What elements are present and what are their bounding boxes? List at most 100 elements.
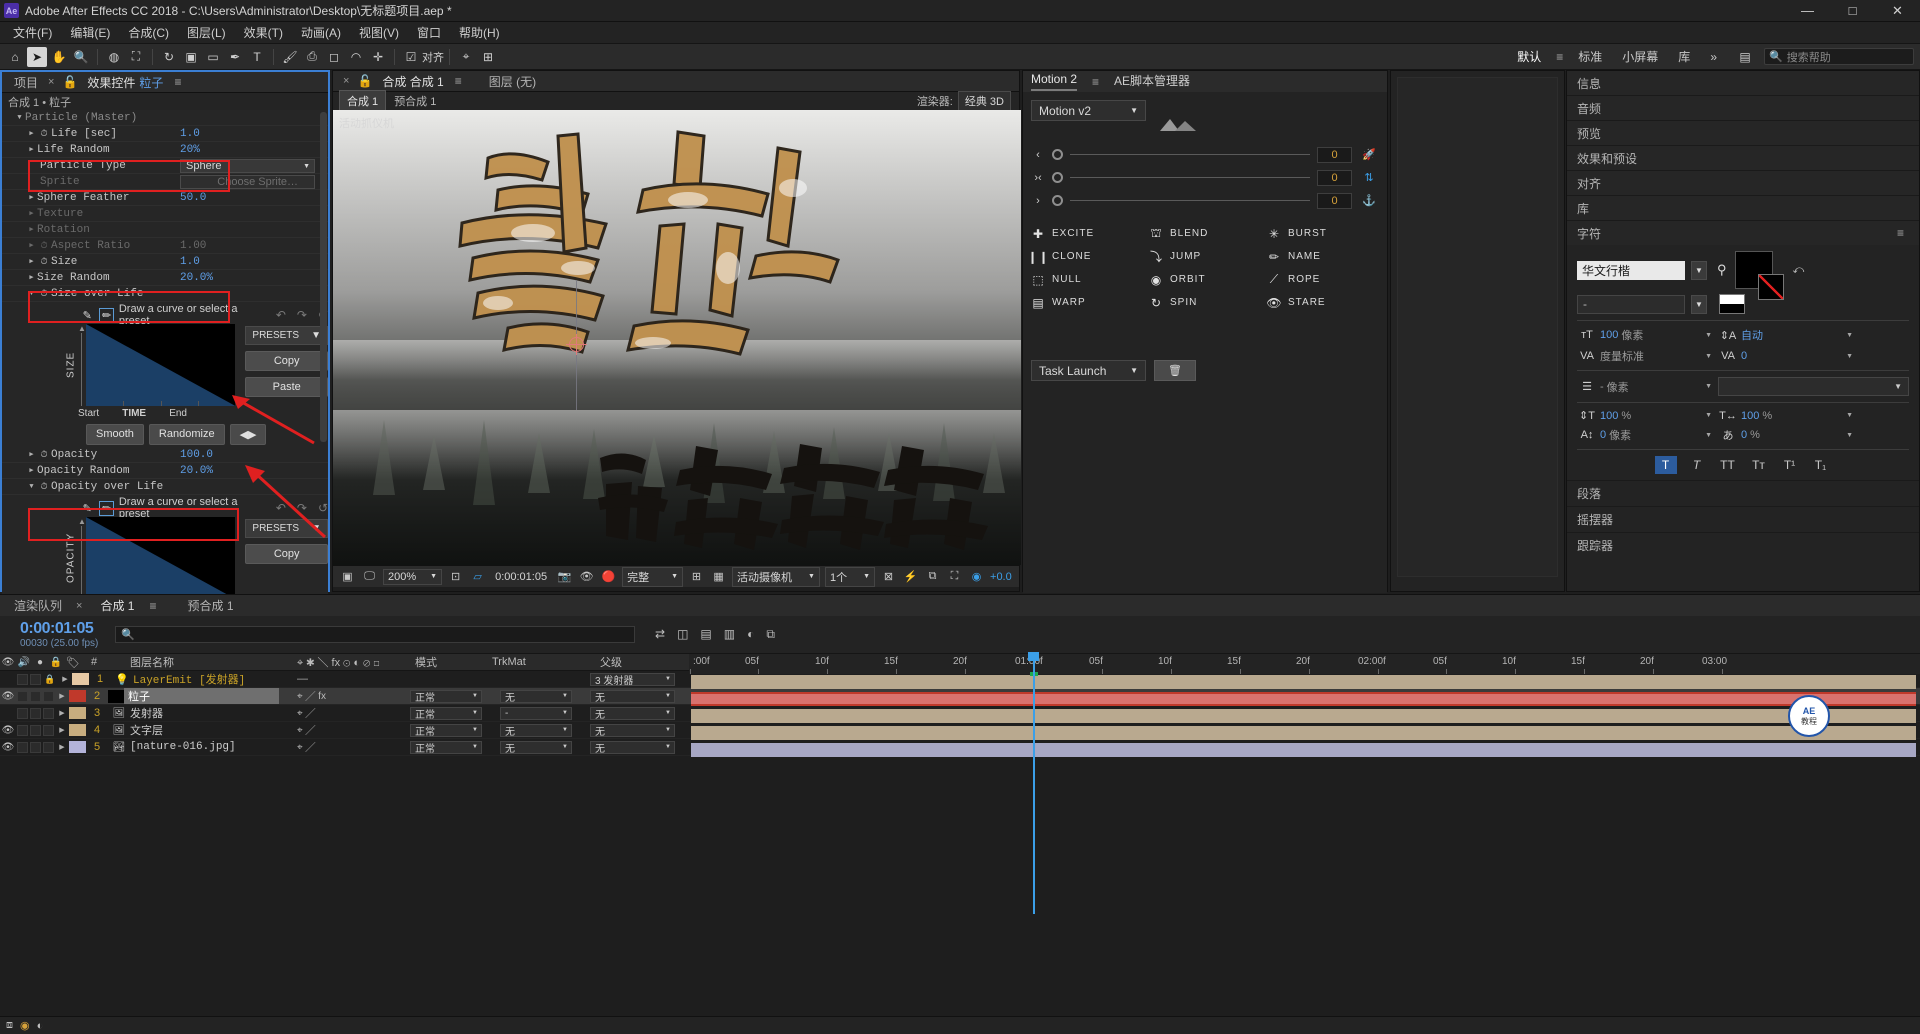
tab-render-queue[interactable]: 渲染队列	[8, 595, 68, 616]
timeline-search-input[interactable]: 🔍	[115, 626, 635, 643]
twirl-icon[interactable]: ▶	[26, 273, 37, 282]
vertical-arrows-icon[interactable]: ⇅	[1359, 171, 1379, 184]
layer-name[interactable]: 发射器	[130, 705, 163, 721]
jump-button[interactable]: ⤵JUMP	[1149, 249, 1261, 264]
trkmat-dropdown[interactable]: 无▼	[500, 741, 572, 754]
subscript-button[interactable]: T₁	[1810, 456, 1832, 474]
chevron-down-icon[interactable]: ▼	[1846, 412, 1853, 419]
baseline-shift-field[interactable]: A↕ 0 像素 ▼	[1577, 427, 1712, 443]
mode-dropdown[interactable]: 正常▼	[410, 741, 482, 754]
subtab-comp1[interactable]: 合成 1	[339, 90, 386, 112]
smooth-button[interactable]: Smooth	[86, 424, 144, 445]
comp-flowchart-icon[interactable]: ⛶	[946, 569, 963, 584]
trkmat-dropdown[interactable]: -▼	[500, 707, 572, 720]
twirl-icon[interactable]: ▶	[55, 726, 69, 734]
minimize-button[interactable]: —	[1785, 0, 1830, 21]
effect-controls-scrollbar[interactable]	[320, 112, 327, 442]
current-timecode[interactable]: 0:00:01:05 00030 (25.00 fps)	[0, 620, 115, 649]
workspace-manage-icon[interactable]: ▤	[1735, 47, 1755, 67]
slider-knob[interactable]	[1052, 172, 1063, 183]
effect-controls-menu-icon[interactable]: ≡	[169, 75, 186, 89]
kerning-field[interactable]: VA 度量标准 ▼	[1577, 348, 1712, 364]
randomize-button[interactable]: Randomize	[149, 424, 225, 445]
mode-dropdown[interactable]: 正常▼	[410, 707, 482, 720]
timeline-menu-icon[interactable]: ≡	[144, 599, 161, 613]
redo-icon[interactable]: ↷	[297, 501, 307, 515]
param-value[interactable]: 20.0%	[180, 465, 213, 477]
copy-button[interactable]: Copy	[245, 544, 328, 564]
mode-dropdown[interactable]: 正常▼	[410, 724, 482, 737]
pen-tool-icon[interactable]: ✒	[225, 47, 245, 67]
show-snapshot-icon[interactable]: 👁	[578, 569, 595, 584]
panel-preview[interactable]: 预览	[1567, 121, 1919, 146]
composition-menu-icon[interactable]: ≡	[450, 74, 467, 88]
motion-slider-row-2[interactable]: ›‹ 0 ⇅	[1031, 166, 1379, 189]
lock-icon[interactable]: 🔓	[62, 75, 77, 89]
param-value[interactable]: 20%	[180, 144, 200, 156]
presets-dropdown[interactable]: PRESETS ▼	[245, 519, 328, 538]
grid-align-icon[interactable]: ⊞	[478, 47, 498, 67]
undo-icon[interactable]: ↶	[276, 308, 286, 322]
mask-tool-icon[interactable]: ▭	[203, 47, 223, 67]
leading-field[interactable]: ⇕A 自动 ▼	[1718, 327, 1853, 343]
chevron-down-icon[interactable]: ▼	[1691, 261, 1707, 280]
font-style-value[interactable]: -	[1577, 295, 1685, 314]
task-launch-dropdown[interactable]: Task Launch ▼	[1031, 360, 1146, 381]
panel-paragraph[interactable]: 段落	[1567, 480, 1919, 506]
rotation-tool-icon[interactable]: ↻	[159, 47, 179, 67]
trkmat-dropdown[interactable]: 无▼	[500, 690, 572, 703]
twirl-icon[interactable]: ▶	[26, 466, 37, 475]
composition-canvas[interactable]: 活动抓仪机	[333, 110, 1021, 565]
tab-precomp-1[interactable]: 预合成 1	[181, 595, 239, 616]
camera-tool-icon[interactable]: ▣	[181, 47, 201, 67]
slider-knob[interactable]	[1052, 195, 1063, 206]
close-button[interactable]: ✕	[1875, 0, 1920, 21]
region-of-interest-icon[interactable]: ⊞	[688, 569, 705, 584]
roto-brush-tool-icon[interactable]: ◠	[346, 47, 366, 67]
solo-toggle[interactable]	[30, 725, 41, 736]
param-row-sphere-feather[interactable]: ▶ Sphere Feather 50.0	[2, 190, 328, 206]
clone-button[interactable]: ❙❙CLONE	[1031, 249, 1143, 264]
video-toggle[interactable]: 👁	[0, 742, 16, 753]
param-value[interactable]: 1.0	[180, 128, 200, 140]
graph-editor-toggle-icon[interactable]: ◉	[20, 1019, 30, 1032]
param-row-particle-type[interactable]: Particle Type Sphere ▼	[2, 158, 328, 174]
orbit-tool-icon[interactable]: ◍	[104, 47, 124, 67]
menu-item-animation[interactable]: 动画(A)	[292, 21, 350, 44]
video-toggle[interactable]: 👁	[0, 725, 16, 736]
menu-item-view[interactable]: 视图(V)	[350, 21, 408, 44]
frame-blending-icon[interactable]: ▥	[724, 627, 735, 642]
twirl-icon[interactable]: ▶	[58, 675, 72, 683]
exposure-icon[interactable]: ◉	[968, 569, 985, 584]
search-help-input[interactable]: 🔍 搜索帮助	[1764, 48, 1914, 65]
lock-toggle[interactable]	[43, 742, 54, 753]
tsume-field[interactable]: あ 0 % ▼	[1718, 427, 1853, 443]
parent-dropdown[interactable]: 无▼	[590, 690, 675, 703]
layer-name[interactable]: 粒子	[124, 688, 279, 704]
rope-button[interactable]: ⟋ROPE	[1267, 272, 1379, 287]
chevron-down-icon[interactable]: ▼	[1705, 412, 1712, 419]
chevron-down-icon[interactable]: ▼	[1705, 353, 1712, 360]
faux-bold-button[interactable]: T	[1655, 456, 1677, 474]
layer-color-chip[interactable]	[69, 724, 86, 736]
motion-version-dropdown[interactable]: Motion v2 ▼	[1031, 100, 1146, 121]
trkmat-dropdown[interactable]: 无▼	[500, 724, 572, 737]
menu-item-file[interactable]: 文件(F)	[4, 21, 61, 44]
slider-track[interactable]	[1070, 177, 1310, 178]
delete-button[interactable]: 🗑	[1154, 360, 1196, 381]
brush-tool-icon[interactable]: 🖌	[280, 47, 300, 67]
close-tab-icon[interactable]: ×	[339, 75, 353, 87]
renderer-value-button[interactable]: 经典 3D	[958, 91, 1011, 111]
twirl-icon[interactable]: ▶	[26, 450, 37, 459]
layer-color-chip[interactable]	[69, 690, 86, 702]
null-button[interactable]: ⬚NULL	[1031, 272, 1143, 287]
panel-library[interactable]: 库	[1567, 196, 1919, 221]
chevron-down-icon[interactable]: ▼	[1846, 332, 1853, 339]
safe-zones-icon[interactable]: ⊡	[447, 569, 464, 584]
param-row-size[interactable]: ▶ ⏱ Size 1.0	[2, 254, 328, 270]
twirl-icon[interactable]: ▶	[55, 692, 69, 700]
chevron-down-icon[interactable]: ▼	[1705, 332, 1712, 339]
draft-3d-icon[interactable]: ◫	[677, 627, 688, 642]
slider-value-field[interactable]: 0	[1317, 147, 1352, 163]
puppet-tool-icon[interactable]: ✛	[368, 47, 388, 67]
